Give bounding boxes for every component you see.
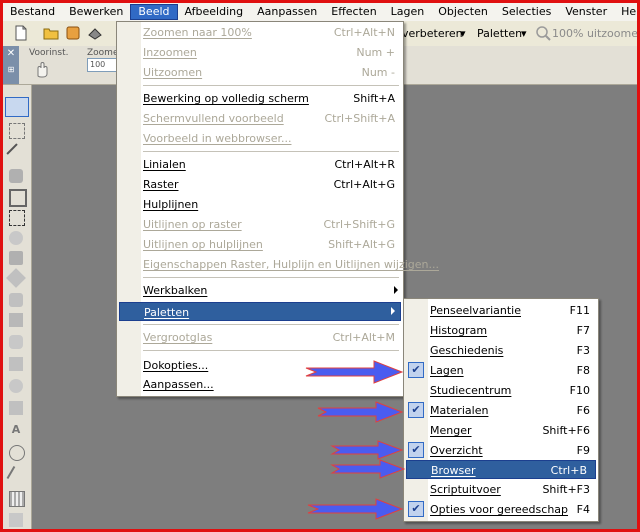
screenshot-frame — [0, 0, 640, 532]
